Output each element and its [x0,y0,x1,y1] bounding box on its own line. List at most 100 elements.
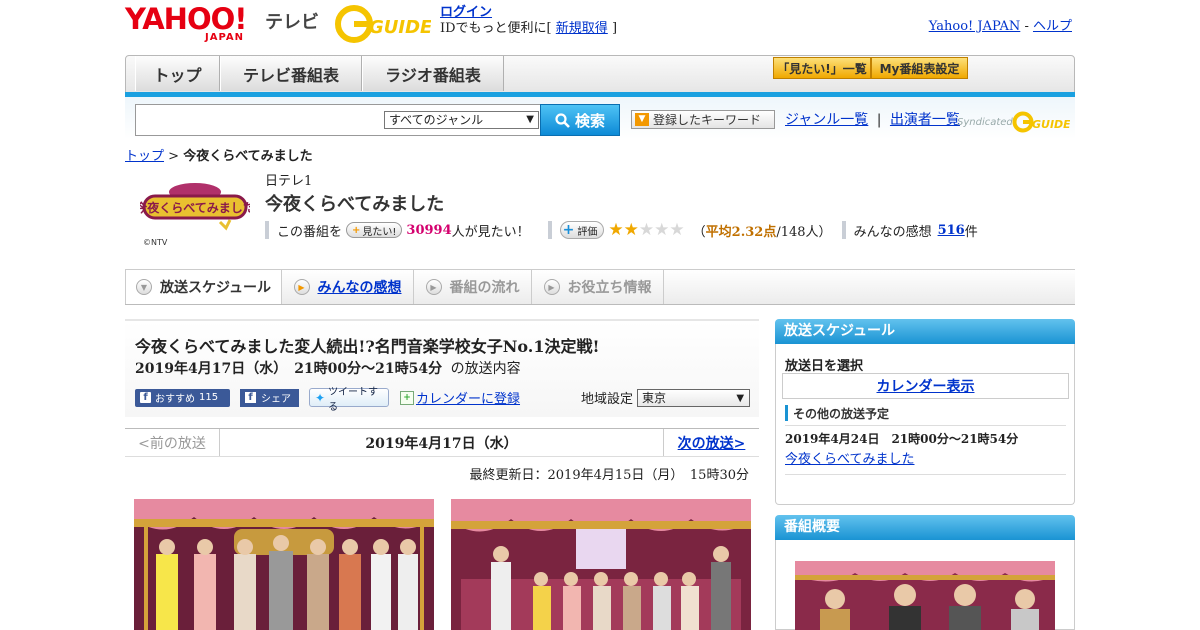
kansou-count-link[interactable]: 516 [938,223,965,238]
syndicated-gguide-logo: Syndicated GUIDE [957,111,1071,133]
episode-photo [134,499,434,630]
top-links-sep: - [1020,19,1033,34]
chevron-down-icon: ▼ [135,279,152,295]
mitai-button[interactable]: + 見たい! [346,222,403,238]
fb-like-count: 115 [199,392,219,403]
dropdown-arrow-icon: ▼ [526,114,534,125]
triangle-down-icon: ▼ [635,113,649,126]
sidebar-schedule-header: 放送スケジュール [775,319,1075,344]
keyword-button[interactable]: ▼ 登録したキーワード [631,110,775,129]
genre-select-value: すべてのジャンル [389,113,484,127]
tab-broadcast-schedule[interactable]: ▼ 放送スケジュール [125,270,282,304]
calendar-show-button[interactable]: カレンダー表示 [782,373,1069,399]
register-link[interactable]: 新規取得 [556,21,608,36]
mitai-suffix: 人が見たい！ [451,224,530,240]
facebook-share-button[interactable]: f シェア [240,388,299,407]
avg-count: /148人 [776,224,819,240]
episode-date-suffix: の放送内容 [450,361,521,377]
breadcrumb-sep: > [164,149,184,164]
top-links: Yahoo! JAPAN - ヘルプ [929,15,1072,34]
kansou-unit: 件 [964,224,978,240]
yahoo-japan-logo[interactable]: YAHOO! JAPAN [125,4,247,44]
program-title: 今夜くらべてみました [265,194,445,215]
star-icon: ★ [623,219,639,240]
login-box: ログイン IDでもっと便利に[ 新規取得 ] [440,5,617,37]
mitai-list-button[interactable]: 「見たい!」一覧 [773,57,871,79]
help-link[interactable]: ヘルプ [1033,19,1072,34]
search-icon [555,112,570,128]
header-accent-bar [785,405,788,421]
tweet-button[interactable]: ✦ ツイートする [309,387,389,413]
calendar-plus-icon: + [400,390,414,405]
tab-label: 番組の流れ [449,280,520,296]
program-logo-text: 今夜くらべてみました [140,200,250,215]
keyword-button-label: 登録したキーワード [653,113,762,127]
nav-tab-tv-schedule[interactable]: テレビ番組表 [220,56,362,91]
kansou-label: みんなの感想 [853,224,932,240]
fb-share-label: シェア [261,394,291,405]
region-select[interactable]: 東京 ▼ [637,388,751,407]
calendar-add[interactable]: + カレンダーに登録 [400,388,520,407]
other-head-label: その他の放送予定 [793,406,890,421]
facebook-like-button[interactable]: f おすすめ 115 [135,388,230,407]
chevron-right-icon: ▶ [543,279,560,295]
avg-close: ） [818,224,832,240]
episode-title: 今夜くらべてみました変人続出!?名門音楽学校女子No.1決定戦! [135,337,600,356]
other-broadcasts-header: その他の放送予定 [785,405,889,421]
divider [785,474,1066,475]
next-broadcast-label[interactable]: 次の放送> [678,433,746,453]
rating-button-label: 評価 [577,226,598,238]
login-link[interactable]: ログイン [440,5,492,20]
gguide-logo[interactable]: GUIDE [335,5,433,43]
tab-reviews[interactable]: ▶ みんなの感想 [282,270,414,304]
breadcrumb: トップ > 今夜くらべてみました [125,145,313,164]
mitai-prefix: この番組を [277,224,343,240]
overview-photo [795,561,1055,630]
performer-list-link[interactable]: 出演者一覧 [890,112,960,128]
plus-icon: + [352,224,361,236]
genre-select[interactable]: すべてのジャンル ▼ [384,111,539,129]
mitai-count: 30994 [406,222,452,238]
select-date-label: 放送日を選択 [785,359,864,374]
svg-text:GUIDE: GUIDE [1032,118,1070,131]
other-broadcast-link-label[interactable]: 今夜くらべてみました [785,452,914,467]
tweet-label: ツイートする [328,386,379,413]
links-divider: | [876,112,882,128]
tab-label: みんなの感想 [317,280,402,296]
calendar-show-link[interactable]: カレンダー表示 [877,376,975,396]
search-button[interactable]: 検索 [540,104,620,136]
rating-button[interactable]: + 評価 [559,221,605,239]
tab-label: お役立ち情報 [567,280,652,296]
nav-tab-top[interactable]: トップ [135,56,220,91]
genre-list-link[interactable]: ジャンル一覧 [785,112,868,128]
region-setting: 地域設定 東京 ▼ [581,388,751,407]
episode-photo [451,499,751,630]
tv-logo-text: テレビ [265,12,319,33]
plus-icon: + [562,222,575,238]
login-sub-suffix: ] [611,21,618,36]
episode-date: 2019年4月17日（水） 21時00分～21時54分 の放送内容 [135,358,521,378]
meta-divider [547,221,552,239]
region-value: 東京 [642,390,667,405]
yahoo-japan-link[interactable]: Yahoo! JAPAN [929,19,1021,34]
sidebar-overview-header: 番組概要 [775,515,1075,540]
current-broadcast-date: 2019年4月17日（水） [220,429,663,456]
gguide-small-logo: GUIDE [1012,111,1071,133]
nav-tab-radio-schedule[interactable]: ラジオ番組表 [362,56,504,91]
star-icon: ★ [669,219,685,240]
genre-links: ジャンル一覧 | 出演者一覧 [785,109,960,129]
chevron-right-icon: ▶ [425,279,442,295]
prev-broadcast-link: <前の放送 [125,429,220,456]
station-name: 日テレ1 [265,174,313,189]
next-broadcast-link[interactable]: 次の放送> [663,429,759,456]
calendar-add-link[interactable]: カレンダーに登録 [416,388,520,407]
share-row: f おすすめ 115 f シェア ✦ ツイートする + カレンダーに登録 [135,387,520,413]
region-label: 地域設定 [581,392,634,407]
star-icon: ★ [638,219,655,240]
star-icon: ★ [608,219,624,240]
breadcrumb-top-link[interactable]: トップ [125,149,164,164]
my-schedule-button[interactable]: My番組表設定 [871,57,968,79]
tab-useful-info: ▶ お役立ち情報 [532,270,664,304]
dropdown-arrow-icon: ▼ [736,392,745,404]
other-broadcast-link[interactable]: 今夜くらべてみました [785,448,914,467]
